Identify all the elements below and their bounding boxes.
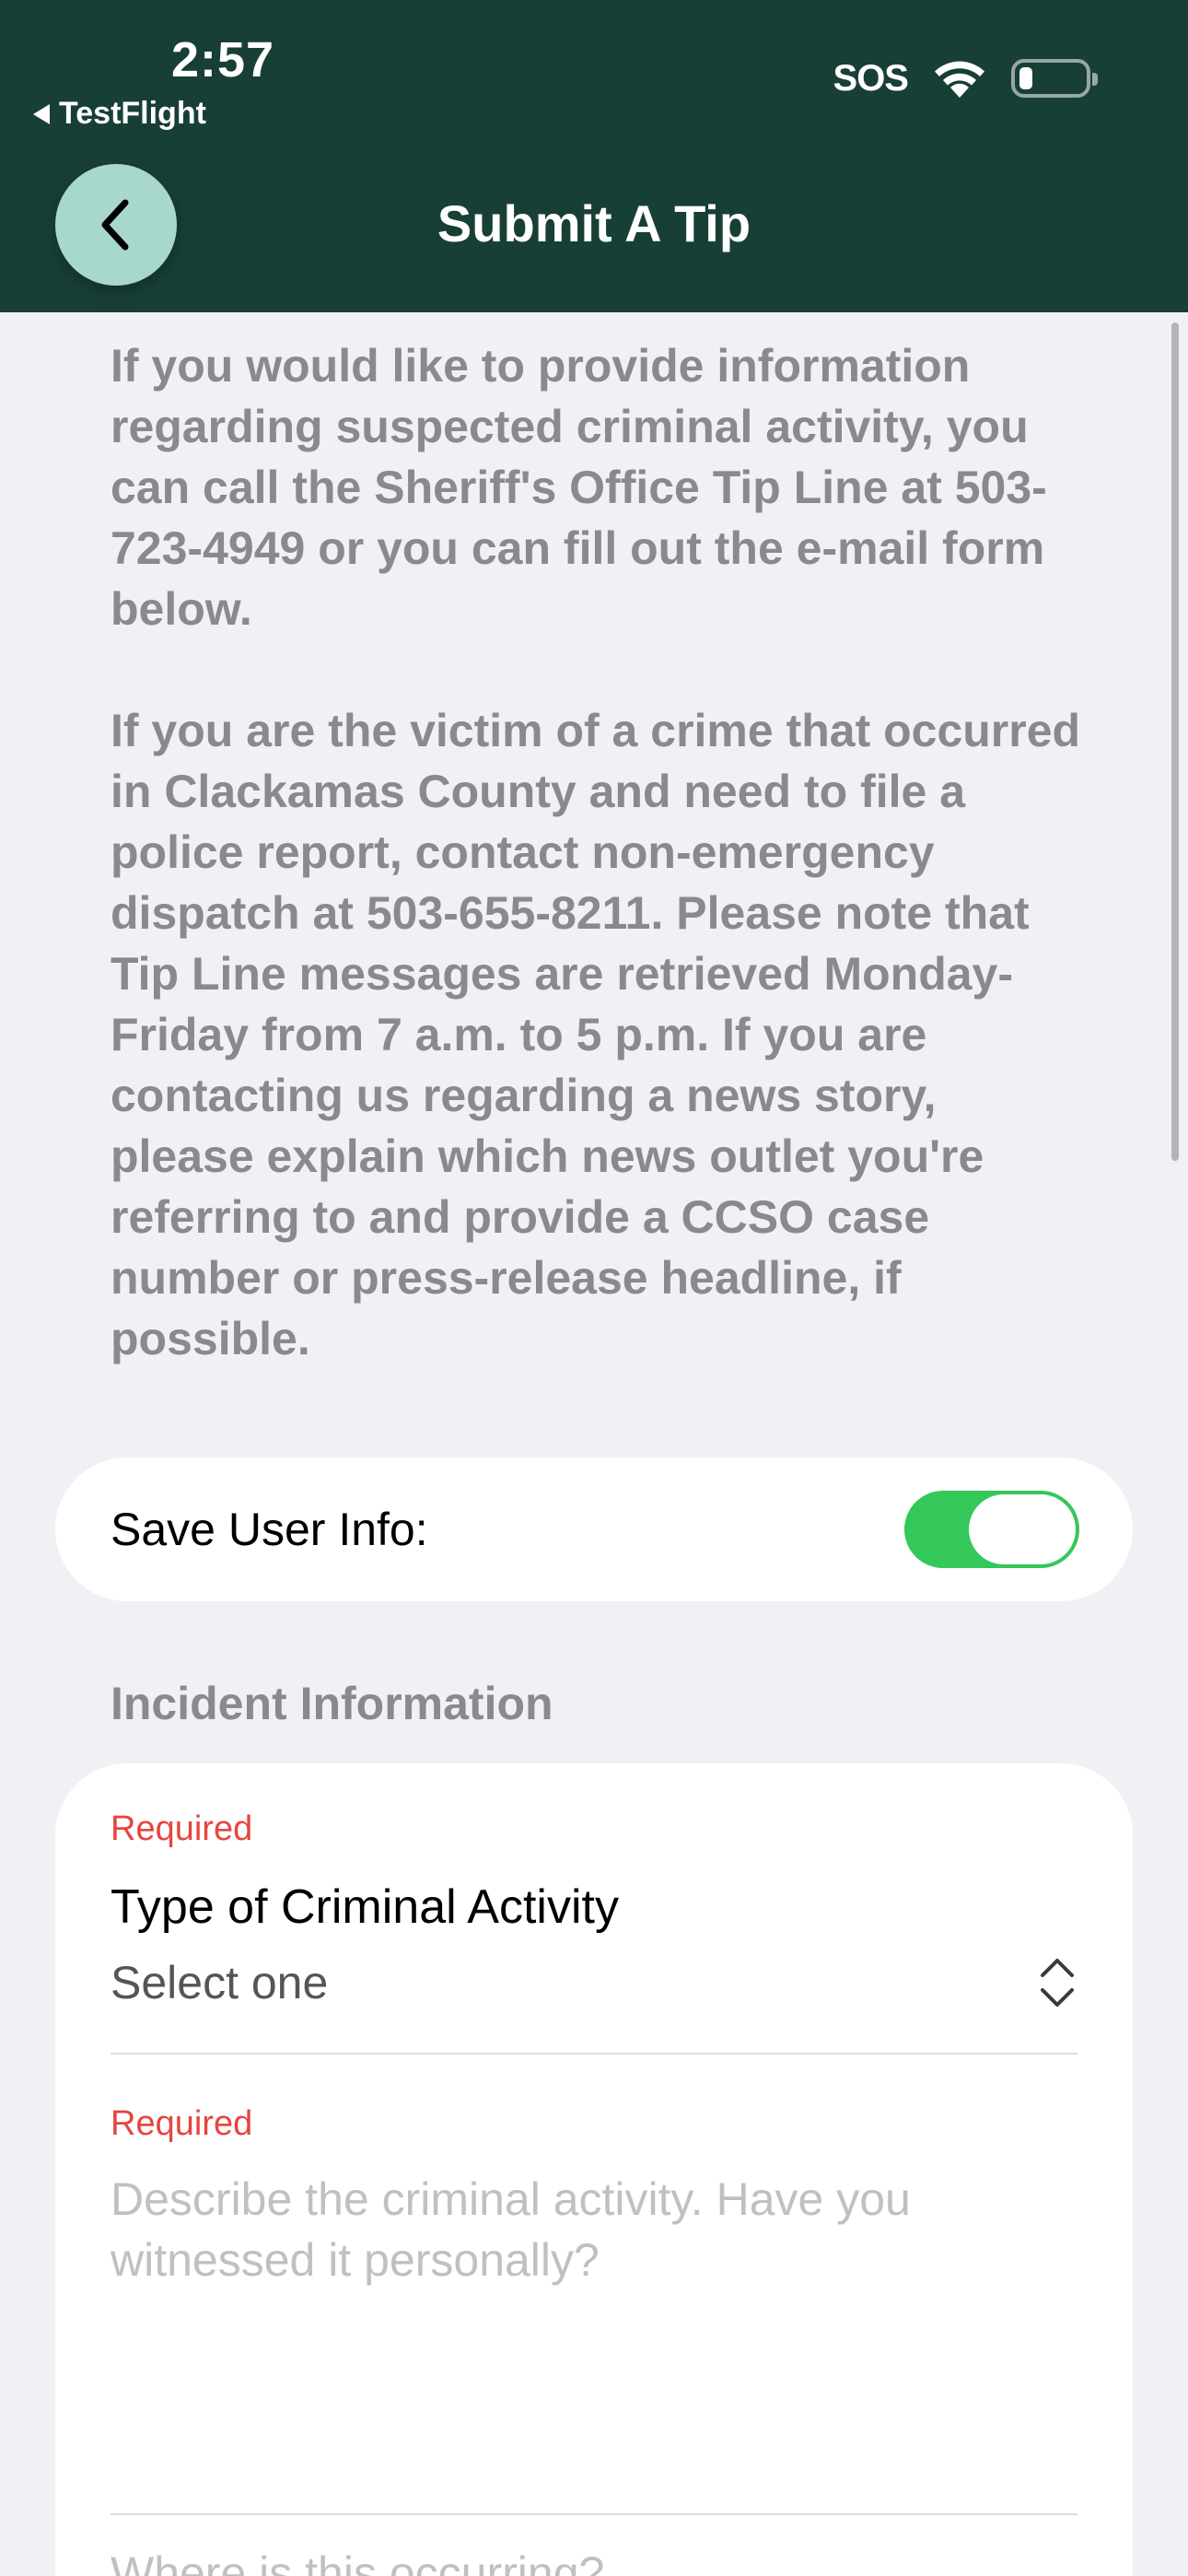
app-header: 2:57 TestFlight SOS Submit A Tip: [0, 0, 1188, 312]
save-user-info-card: Save User Info:: [55, 1458, 1133, 1601]
return-app-label: TestFlight: [59, 96, 206, 131]
required-label-type: Required: [111, 1809, 253, 1848]
wifi-icon: [935, 61, 984, 98]
page-title: Submit A Tip: [437, 194, 751, 252]
criminal-activity-type-label: Type of Criminal Activity: [111, 1880, 619, 1934]
incident-section-title: Incident Information: [111, 1678, 553, 1729]
scroll-indicator[interactable]: [1171, 322, 1179, 1161]
status-indicators: SOS: [833, 57, 1098, 100]
incident-card: Required Type of Criminal Activity Selec…: [55, 1763, 1133, 2576]
toggle-knob: [969, 1494, 1076, 1564]
return-to-testflight-link[interactable]: TestFlight: [33, 96, 206, 132]
required-label-description: Required: [111, 2104, 253, 2143]
field-divider: [111, 2053, 1077, 2055]
chevron-up-down-icon: [1041, 1959, 1074, 2007]
battery-icon: [1011, 59, 1098, 98]
intro-paragraph-victim: If you are the victim of a crime that oc…: [111, 705, 1081, 1364]
intro-text: If you would like to provide information…: [111, 335, 1087, 1369]
criminal-activity-type-select[interactable]: Select one: [111, 1955, 1077, 2010]
field-divider: [111, 2513, 1077, 2515]
back-triangle-icon: [33, 103, 50, 124]
description-textarea[interactable]: Describe the criminal activity. Have you…: [111, 2169, 1031, 2290]
select-value: Select one: [111, 1957, 329, 2008]
save-user-info-toggle[interactable]: [904, 1491, 1079, 1568]
submit-tip-screen: 2:57 TestFlight SOS Submit A Tip If you …: [0, 0, 1188, 2576]
save-user-info-label: Save User Info:: [111, 1504, 428, 1555]
intro-paragraph-tipline: If you would like to provide information…: [111, 340, 1047, 635]
status-time: 2:57: [171, 32, 275, 88]
sos-indicator: SOS: [833, 57, 909, 99]
location-input[interactable]: Where is this occurring?: [111, 2547, 604, 2576]
